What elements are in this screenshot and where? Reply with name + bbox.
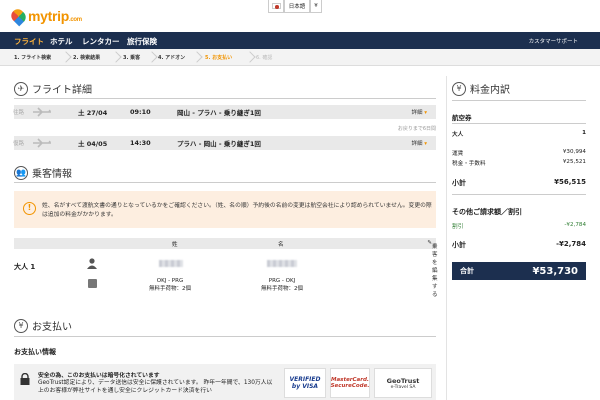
subtotal2-row: 小計 -¥2,784 [452, 240, 586, 249]
baggage-icon [88, 279, 97, 288]
step-flight-search[interactable]: 1. フライト検索 [14, 54, 51, 61]
passenger-info-title: 👥 乗客情報 [14, 165, 72, 180]
price-tag-icon: ¥ [452, 81, 466, 96]
person-icon [87, 258, 97, 269]
outbound-date: 土 27/04 [78, 109, 108, 117]
flight-details-heading: フライト詳細 [32, 85, 92, 96]
logo-text: mytrip [28, 8, 69, 24]
ticket-title: 航空券 [452, 114, 472, 122]
locale-selector: 日本語 ¥ [268, 0, 322, 13]
inbound-flight-row[interactable]: 復路 土 04/05 14:30 プラハ - 岡山 - 乗り継ぎ1回 詳細 [13, 136, 436, 150]
mytrip-logo[interactable]: mytrip.com [8, 6, 82, 26]
total-label: 合計 [460, 267, 474, 275]
outbound-baggage: OKJ - PRG 無料手荷物：2個 [110, 277, 230, 293]
passenger-table-header: 姓 名 ✎ 乗客を編集する [14, 238, 438, 298]
step-search-results[interactable]: 2. 検索結果 [73, 54, 100, 61]
language-selector[interactable]: 日本語 [284, 0, 310, 13]
nav-customer-support[interactable]: カスタマーサポート [529, 37, 578, 45]
outbound-route: 岡山 - プラハ - 乗り継ぎ1回 [177, 109, 261, 117]
divider [14, 98, 436, 99]
payment-icon: ¥ [14, 318, 28, 333]
price-summary-heading: 料金内訳 [470, 85, 510, 96]
summary-border [446, 76, 447, 400]
nav-car-rental[interactable]: レンタカー [82, 36, 120, 47]
col-first-name: 名 [278, 242, 284, 248]
mastercard-securecode-badge: MasterCard. SecureCode. [330, 368, 370, 398]
top-bar: mytrip.com 日本語 ¥ [0, 0, 600, 32]
inbound-time: 14:30 [130, 139, 151, 147]
other-charges-title: その他ご請求額／割引 [452, 208, 522, 216]
notice-text: 姓、名がすべて渡航文書の通りとなっているかをご確認ください。（姓、名の順）予約後… [42, 203, 432, 218]
nav-travel-insurance[interactable]: 旅行保険 [127, 36, 157, 47]
fare-row: 運賃 ¥30,994 [452, 149, 586, 157]
verified-by-visa-badge: VERIFIED by VISA [284, 368, 326, 398]
divider [14, 336, 436, 337]
plane-icon [33, 138, 51, 148]
price-summary-title: ¥ 料金内訳 [452, 81, 510, 96]
outbound-baggage-route: OKJ - PRG [156, 278, 184, 284]
step-passengers[interactable]: 3. 乗客 [123, 54, 140, 61]
secure-text: GeoTrust認定により、データ送信は安全に保護されています。 昨年一年間で、… [38, 380, 273, 394]
divider [452, 100, 586, 101]
booking-steps: 1. フライト検索 2. 検索結果 3. 乗客 4. アドオン 5. お支払い … [0, 49, 600, 66]
inbound-baggage-route: PRG - OKJ [268, 278, 296, 284]
flight-details-title: ✈ フライト詳細 [14, 81, 92, 96]
nav-flights[interactable]: フライト [14, 36, 44, 47]
main-nav: フライト ホテル レンタカー 旅行保険 カスタマーサポート [0, 32, 600, 49]
discount-row: 割引 -¥2,784 [452, 222, 586, 230]
outbound-time: 09:10 [130, 108, 151, 116]
outbound-baggage-allowance: 無料手荷物：2個 [149, 286, 191, 292]
inbound-route: プラハ - 岡山 - 乗り継ぎ1回 [177, 140, 261, 148]
col-last-name: 姓 [172, 242, 178, 248]
logo-pin-icon [8, 6, 29, 26]
first-name-value [267, 260, 297, 267]
currency-selector[interactable]: ¥ [310, 0, 322, 13]
warning-icon: ! [23, 202, 36, 215]
plane-icon [33, 107, 51, 117]
step-confirmation: 6. 確認 [256, 55, 273, 61]
total-value: ¥53,730 [532, 265, 578, 277]
adult-label: 大人 1 [14, 263, 36, 271]
geotrust-badge[interactable]: GeoTrust e-Travel SA [374, 368, 432, 398]
subtotal-row: 小計 ¥56,515 [452, 178, 586, 187]
secure-payment-box: 安全の為、このお支払いは暗号化されています GeoTrust認定により、データ送… [14, 364, 436, 400]
adult-count-row: 大人 1 [452, 130, 586, 138]
airplane-icon: ✈ [14, 81, 28, 96]
days-remaining: お戻りまで6日間 [397, 126, 436, 132]
divider [14, 182, 436, 183]
step-payment: 5. お支払い [205, 55, 233, 61]
secure-title: 安全の為、このお支払いは暗号化されています [38, 373, 160, 379]
step-addons[interactable]: 4. アドオン [158, 54, 185, 61]
passenger-info-heading: 乗客情報 [32, 169, 72, 180]
inbound-baggage: PRG - OKJ 無料手荷物：2個 [222, 277, 342, 293]
nav-hotels[interactable]: ホテル [50, 36, 73, 47]
passengers-icon: 👥 [14, 165, 28, 180]
japan-flag-icon[interactable] [268, 0, 284, 13]
name-warning-notice: ! 姓、名がすべて渡航文書の通りとなっているかをご確認ください。（姓、名の順）予… [14, 191, 436, 228]
edit-passenger-link[interactable]: ✎ 乗客を編集する [427, 240, 437, 298]
payment-info-title: お支払い情報 [14, 348, 56, 356]
outbound-details-link[interactable]: 詳細 [411, 108, 427, 116]
total-box: 合計 ¥53,730 [452, 262, 586, 280]
payment-heading: お支払い [32, 322, 72, 333]
logo-suffix: .com [69, 17, 82, 23]
payment-title: ¥ お支払い [14, 318, 72, 333]
inbound-baggage-allowance: 無料手荷物：2個 [261, 286, 303, 292]
outbound-flight-row[interactable]: 往路 土 27/04 09:10 岡山 - プラハ - 乗り継ぎ1回 詳細 [13, 105, 436, 119]
last-name-value [159, 260, 183, 267]
lock-icon [20, 373, 30, 385]
tax-row: 税金・手数料 ¥25,521 [452, 159, 586, 167]
inbound-details-link[interactable]: 詳細 [411, 139, 427, 147]
outbound-label: 往路 [13, 110, 25, 116]
inbound-date: 土 04/05 [78, 140, 108, 148]
divider [452, 194, 586, 195]
inbound-label: 復路 [13, 141, 25, 147]
divider [452, 123, 586, 124]
